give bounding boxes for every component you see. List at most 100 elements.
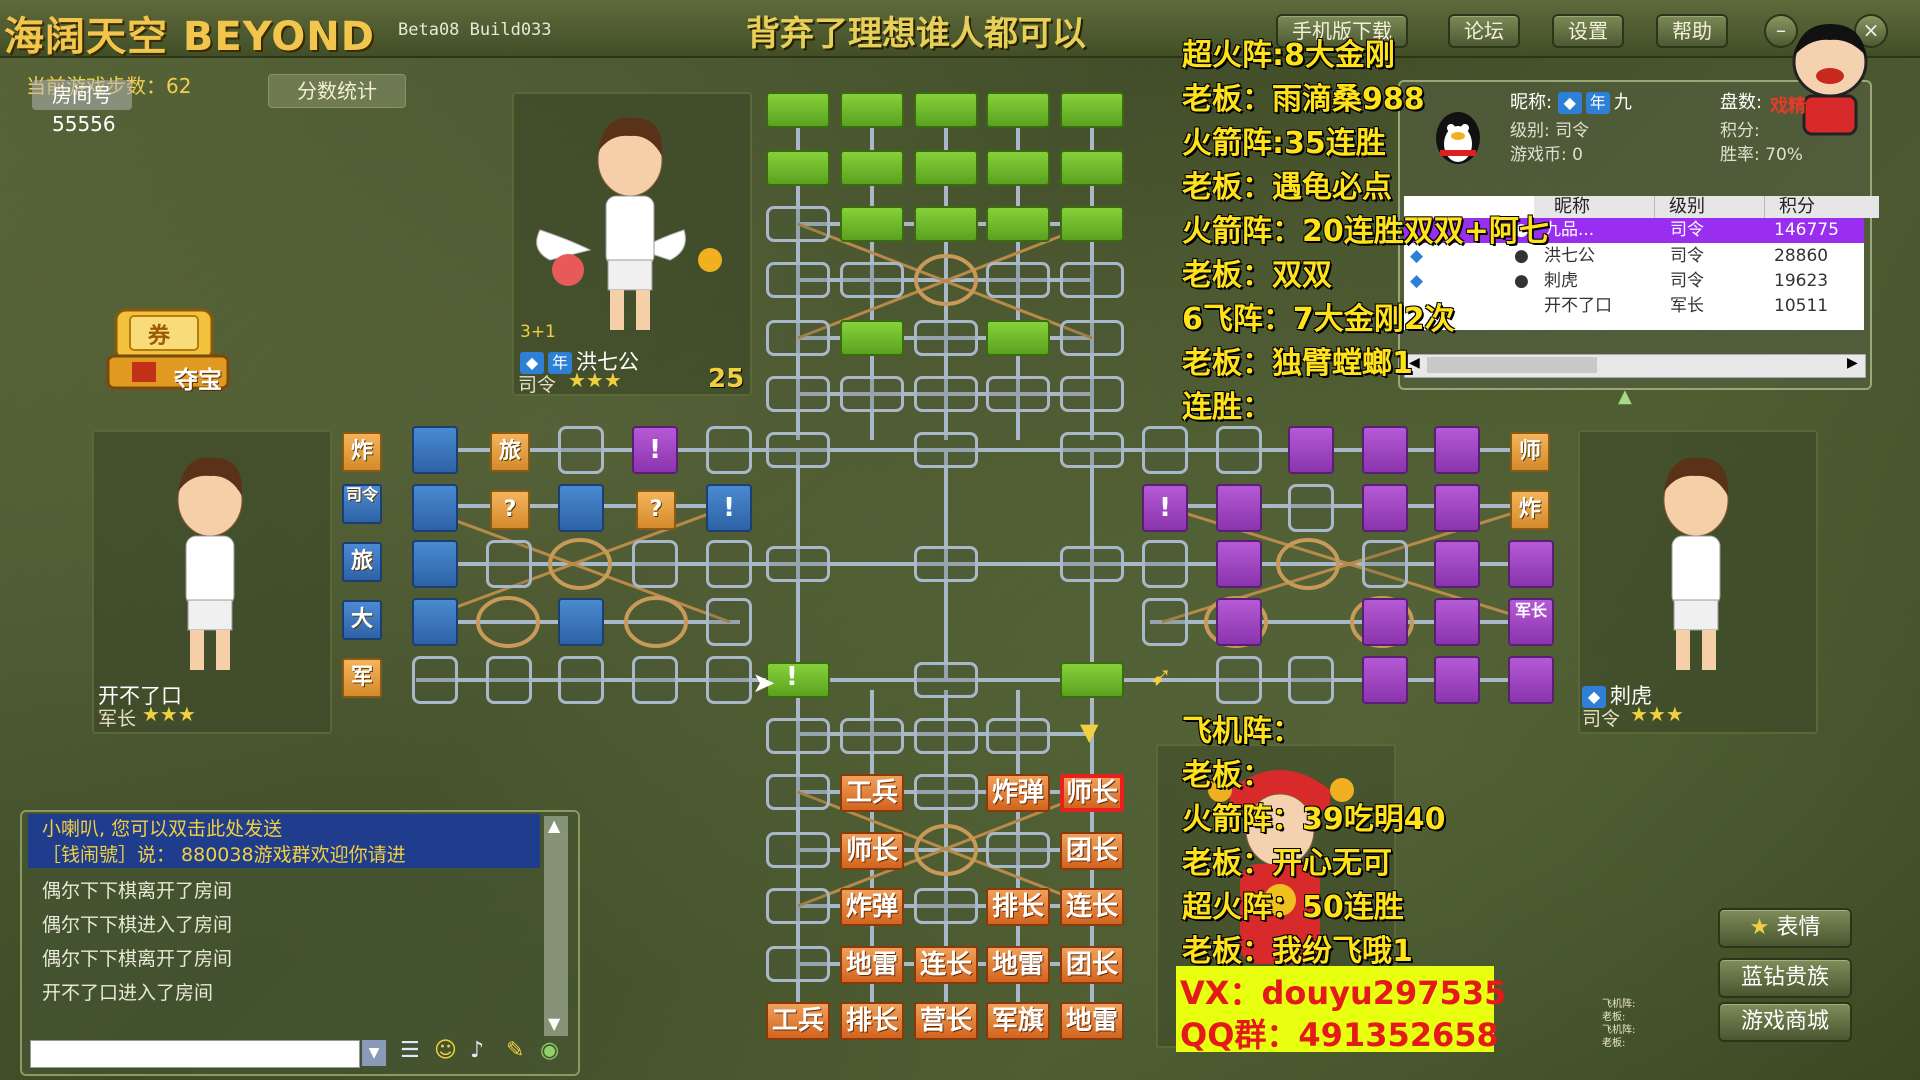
board-cell[interactable]: [632, 656, 678, 704]
scroll-down-icon[interactable]: ▼: [548, 1014, 560, 1033]
board-piece-purple[interactable]: [1362, 426, 1408, 474]
tool-icon[interactable]: ✎: [506, 1038, 524, 1063]
scroll-right-icon[interactable]: ▶: [1847, 355, 1858, 371]
board-cell[interactable]: [840, 376, 904, 412]
board-piece-purple[interactable]: [1362, 598, 1408, 646]
board-piece-green[interactable]: [766, 662, 830, 698]
piece-regiment[interactable]: 团长: [1060, 832, 1124, 870]
globe-icon[interactable]: ◉: [540, 1038, 559, 1063]
col-nickname[interactable]: 昵称: [1534, 196, 1674, 218]
board-cell[interactable]: [1060, 376, 1124, 412]
board-cell[interactable]: [1142, 540, 1188, 588]
piece-mine[interactable]: 地雷: [986, 946, 1050, 984]
board-cell[interactable]: [766, 432, 830, 468]
col-level[interactable]: 级别: [1654, 196, 1779, 218]
piece-company[interactable]: 连长: [914, 946, 978, 984]
piece-bomb[interactable]: 炸弹: [840, 888, 904, 926]
chat-input[interactable]: [30, 1040, 360, 1068]
board-cell[interactable]: [766, 832, 830, 868]
board-piece-green[interactable]: [840, 320, 904, 356]
board-piece-green[interactable]: [1060, 150, 1124, 186]
board-cell[interactable]: [986, 376, 1050, 412]
board-cell[interactable]: [1288, 656, 1334, 704]
piece-platoon[interactable]: 排长: [840, 1002, 904, 1040]
board-piece-blue[interactable]: [412, 598, 458, 646]
board-piece-purple[interactable]: [1508, 540, 1554, 588]
board-cell[interactable]: [986, 718, 1050, 754]
board-piece-purple[interactable]: [1434, 598, 1480, 646]
board-piece-green[interactable]: [766, 150, 830, 186]
board-cell[interactable]: [914, 774, 978, 810]
board-cell[interactable]: [914, 376, 978, 412]
board-cell[interactable]: [1142, 598, 1188, 646]
board-piece-blue[interactable]: [412, 426, 458, 474]
board-piece-blue[interactable]: [558, 484, 604, 532]
board-piece-blue[interactable]: [558, 598, 604, 646]
sound-icon[interactable]: ♪: [470, 1038, 484, 1063]
piece-division-selected[interactable]: 师长: [1060, 774, 1124, 812]
board-piece-purple[interactable]: [1434, 540, 1480, 588]
board-piece-purple[interactable]: [1216, 540, 1262, 588]
emote-button[interactable]: ★ 表情: [1718, 908, 1852, 948]
board-cell[interactable]: [412, 656, 458, 704]
board-cell[interactable]: [766, 718, 830, 754]
emoji-icon[interactable]: ☺: [434, 1038, 457, 1063]
piece-mine[interactable]: 地雷: [840, 946, 904, 984]
board-cell[interactable]: [766, 206, 830, 242]
collapse-up-icon[interactable]: ▲: [1618, 386, 1632, 407]
board-piece-purple[interactable]: [1434, 426, 1480, 474]
scroll-up-icon[interactable]: ▲: [548, 816, 560, 835]
board-piece-green[interactable]: [914, 150, 978, 186]
board-cell[interactable]: [706, 426, 752, 474]
board-piece-blue[interactable]: [412, 484, 458, 532]
board-cell[interactable]: [914, 888, 978, 924]
board-piece-purple-flagged[interactable]: !: [1142, 484, 1188, 532]
board-piece-green[interactable]: [914, 206, 978, 242]
board-cell[interactable]: [986, 832, 1050, 868]
board-piece-purple[interactable]: [1216, 598, 1262, 646]
board-piece-green[interactable]: [986, 320, 1050, 356]
board-cell[interactable]: [766, 774, 830, 810]
board-cell[interactable]: [986, 262, 1050, 298]
board-piece-purple-revealed[interactable]: 军长: [1508, 598, 1554, 646]
board-piece-blue-revealed[interactable]: 旅: [490, 432, 530, 472]
board-cell[interactable]: [1216, 426, 1262, 474]
board-cell[interactable]: [706, 598, 752, 646]
piece-regiment[interactable]: 团长: [1060, 946, 1124, 984]
piece-division[interactable]: 师长: [840, 832, 904, 870]
board-piece-green[interactable]: [766, 92, 830, 128]
chat-scrollbar[interactable]: [544, 816, 568, 1036]
board-cell[interactable]: [766, 888, 830, 924]
message-icon[interactable]: ☰: [400, 1038, 420, 1063]
piece-flag[interactable]: 军旗: [986, 1002, 1050, 1040]
board-cell[interactable]: [1288, 484, 1334, 532]
board-cell[interactable]: [558, 426, 604, 474]
board-cell[interactable]: [1060, 262, 1124, 298]
board-cell[interactable]: [706, 540, 752, 588]
board-cell[interactable]: [706, 656, 752, 704]
piece-battalion[interactable]: 营长: [914, 1002, 978, 1040]
board-piece-green[interactable]: [986, 92, 1050, 128]
board-cell[interactable]: [632, 540, 678, 588]
board-cell[interactable]: [914, 432, 978, 468]
table-row[interactable]: 开不了口 军长 10511: [1404, 294, 1864, 319]
blue-diamond-button[interactable]: 蓝钻贵族: [1718, 958, 1852, 998]
board-piece-green[interactable]: [1060, 92, 1124, 128]
board-cell[interactable]: [914, 662, 978, 698]
piece-company[interactable]: 连长: [1060, 888, 1124, 926]
scroll-thumb[interactable]: [1427, 357, 1597, 373]
table-row[interactable]: ◆ ● 刺虎 司令 19623: [1404, 269, 1864, 294]
col-score[interactable]: 积分: [1764, 196, 1879, 218]
board-cell[interactable]: [914, 320, 978, 356]
board-cell[interactable]: [1362, 540, 1408, 588]
board-piece-green[interactable]: [840, 206, 904, 242]
board-cell[interactable]: [766, 320, 830, 356]
board-cell[interactable]: [840, 718, 904, 754]
board-piece-purple[interactable]: [1362, 656, 1408, 704]
board-cell[interactable]: [766, 546, 830, 582]
board-cell[interactable]: [1142, 426, 1188, 474]
board-piece-unknown[interactable]: ?: [490, 490, 530, 530]
board-cell[interactable]: [1060, 320, 1124, 356]
board-cell[interactable]: [766, 262, 830, 298]
board-piece-blue[interactable]: [412, 540, 458, 588]
